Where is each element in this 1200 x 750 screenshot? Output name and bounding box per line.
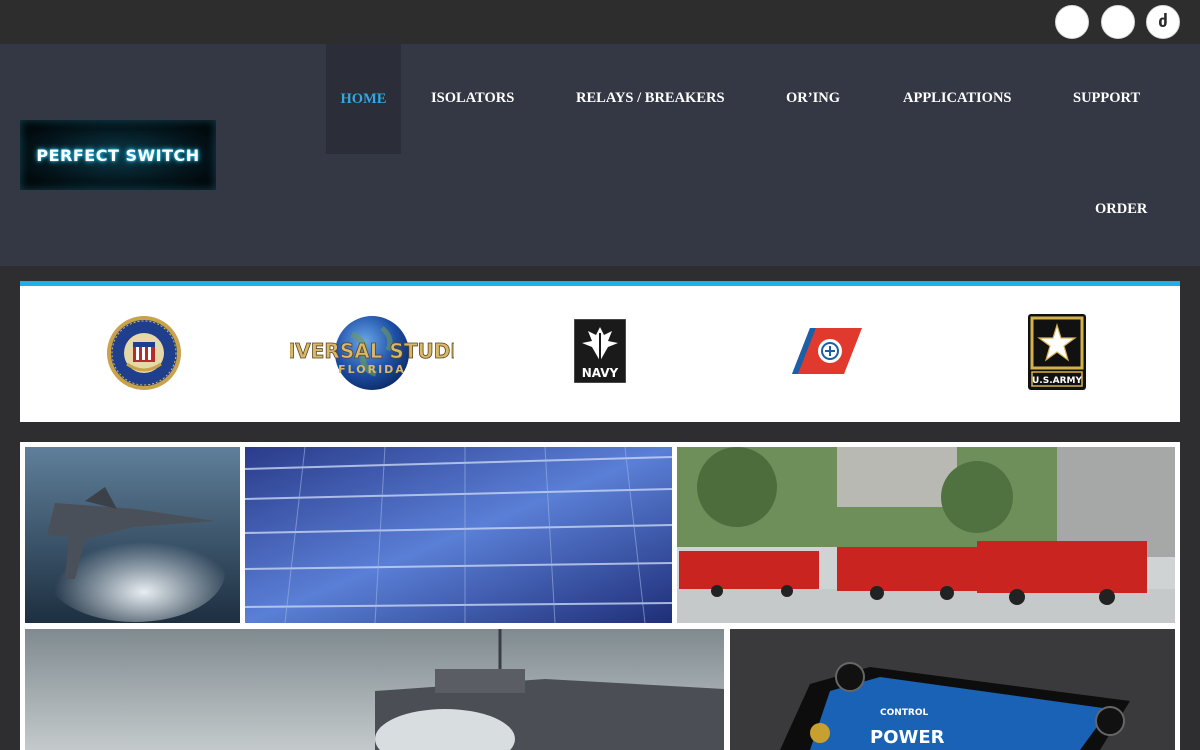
fire-trucks-photo [677,447,1175,623]
navy-text: NAVY [582,366,619,380]
drupal-icon[interactable]: ძ [1146,5,1180,39]
navy-logo: NAVY [574,319,626,383]
ship-photo [25,629,724,750]
nav-home[interactable]: HOME [326,44,401,154]
power-module-photo: CONTROL POWER [730,629,1175,750]
us-army-logo: U.S.ARMY [1028,314,1086,390]
drupal-icon-glyph: ძ [1158,12,1168,32]
social-icon-2[interactable] [1101,5,1135,39]
universal-text-line2: FLORIDA [338,363,406,376]
logo-text: PERFECT SWITCH [36,145,200,165]
army-text: U.S.ARMY [1032,376,1082,386]
nav-isolators[interactable]: ISOLATORS [431,90,514,107]
top-bar: ძ [0,0,1200,44]
nav-oring[interactable]: OR’ING [786,90,840,107]
nav-relays-breakers[interactable]: RELAYS / BREAKERS [576,90,725,107]
module-label-control: CONTROL [880,708,929,718]
universal-text-line1: UNIVERSAL STUDIOS [290,339,454,363]
client-logos-panel: UNIVERSAL STUDIOS FLORIDA NAVY U.S.ARMY [20,281,1180,422]
nav-support[interactable]: SUPPORT [1073,90,1140,107]
application-photo-collage: CONTROL POWER [20,442,1180,750]
universal-studios-logo: UNIVERSAL STUDIOS FLORIDA [290,316,454,390]
module-label-power: POWER [870,727,945,748]
solar-panel-photo [245,447,672,623]
site-logo[interactable]: PERFECT SWITCH [20,120,216,190]
fighter-jet-photo [25,447,240,623]
fbi-seal-logo [107,316,181,390]
nav-order[interactable]: ORDER [1095,201,1147,218]
coast-guard-logo [792,328,862,374]
site-header: PERFECT SWITCH HOME ISOLATORS RELAYS / B… [0,44,1200,266]
nav-applications[interactable]: APPLICATIONS [903,90,1012,107]
social-icon-1[interactable] [1055,5,1089,39]
